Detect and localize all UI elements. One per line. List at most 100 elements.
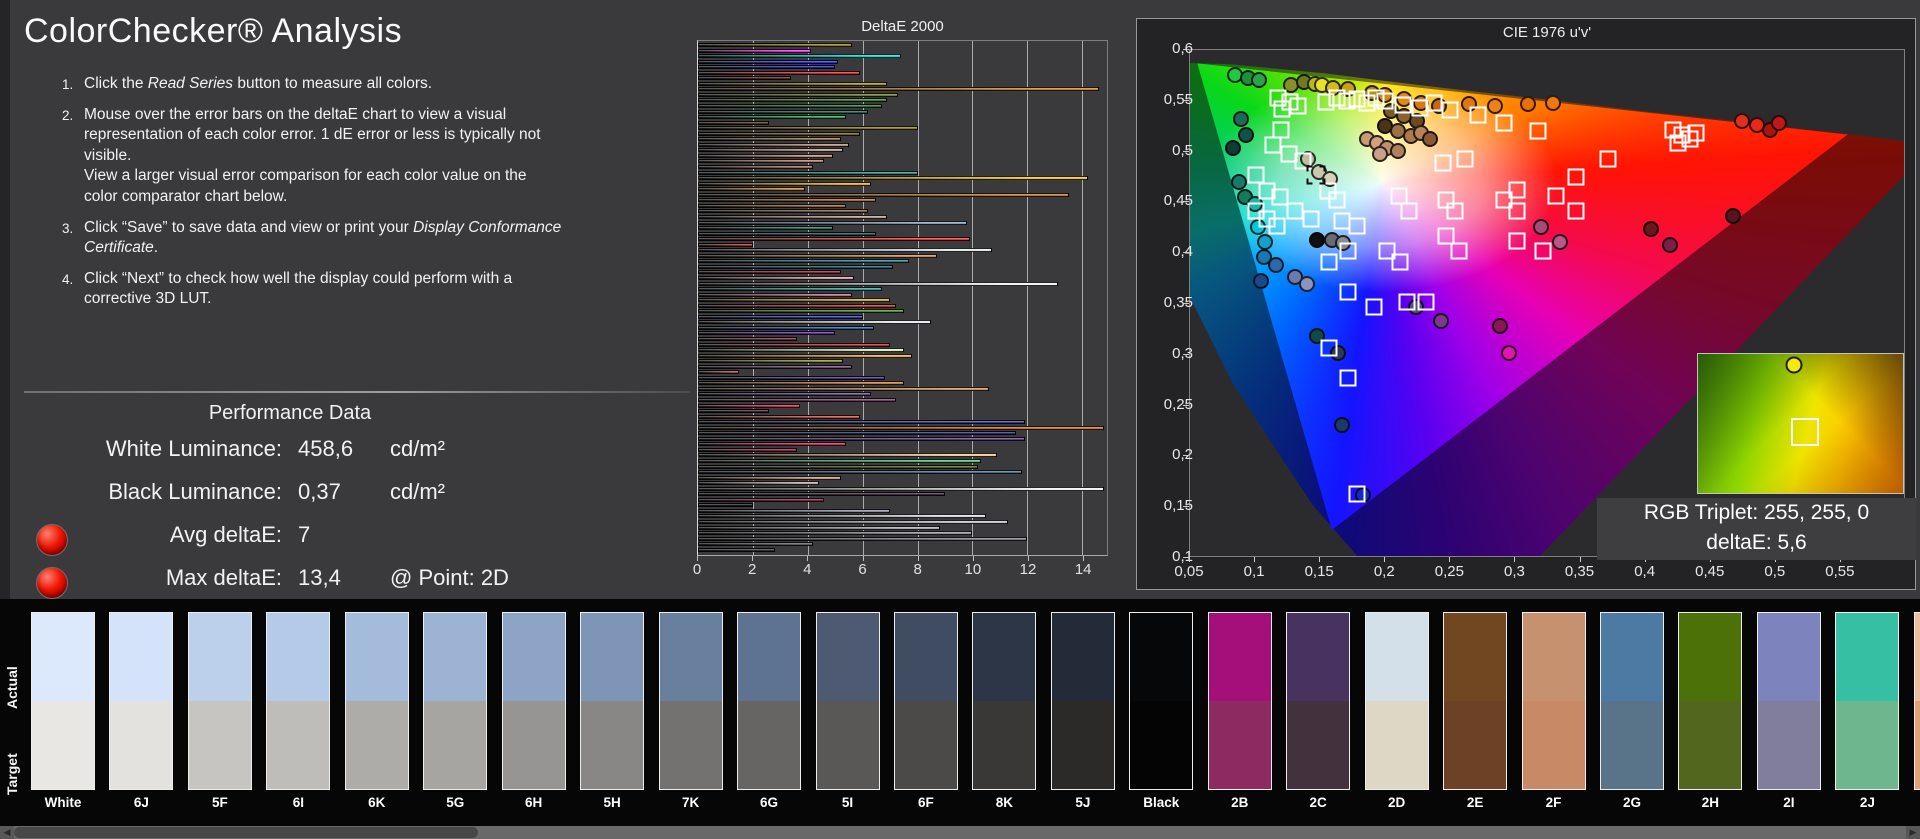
target-point[interactable]: [1349, 486, 1366, 503]
target-point[interactable]: [1548, 187, 1565, 204]
measured-point[interactable]: [1771, 115, 1787, 131]
measured-point[interactable]: [1662, 237, 1678, 253]
deltae-bar[interactable]: [698, 104, 882, 108]
deltae-bar[interactable]: [698, 159, 824, 163]
deltae-bar[interactable]: [698, 331, 835, 335]
deltae-bar[interactable]: [698, 442, 846, 446]
target-point[interactable]: [1426, 94, 1443, 111]
deltae-bar[interactable]: [698, 304, 896, 308]
target-point[interactable]: [1271, 188, 1288, 205]
deltae-bar[interactable]: [698, 243, 753, 247]
deltae-bar[interactable]: [698, 359, 843, 363]
target-point[interactable]: [1349, 218, 1366, 235]
color-swatch[interactable]: [1757, 612, 1821, 790]
deltae-bar[interactable]: [698, 343, 890, 347]
deltae-bar[interactable]: [698, 470, 1022, 474]
target-point[interactable]: [1265, 137, 1282, 154]
color-swatch[interactable]: [1443, 612, 1507, 790]
target-point[interactable]: [1496, 114, 1513, 131]
target-point[interactable]: [1287, 202, 1304, 219]
target-point[interactable]: [1435, 155, 1452, 172]
deltae-bar[interactable]: [698, 82, 887, 86]
deltae-bar[interactable]: [698, 465, 978, 469]
measured-point[interactable]: [1487, 98, 1503, 114]
scrollbar-thumb[interactable]: [14, 827, 478, 838]
color-swatch[interactable]: [345, 612, 409, 790]
deltae-bar[interactable]: [698, 254, 937, 258]
deltae-bar[interactable]: [698, 537, 1027, 541]
target-point[interactable]: [1320, 339, 1337, 356]
target-point[interactable]: [1401, 202, 1418, 219]
measured-point[interactable]: [1545, 95, 1561, 111]
deltae-bar[interactable]: [698, 248, 992, 252]
deltae-bar[interactable]: [698, 448, 797, 452]
color-swatch[interactable]: [894, 612, 958, 790]
color-swatch[interactable]: [1208, 612, 1272, 790]
color-swatch[interactable]: [737, 612, 801, 790]
target-point[interactable]: [1340, 283, 1357, 300]
color-swatch[interactable]: [1600, 612, 1664, 790]
target-point[interactable]: [1670, 135, 1687, 152]
deltae-bar[interactable]: [698, 187, 805, 191]
deltae-bar[interactable]: [698, 365, 852, 369]
target-point[interactable]: [1567, 168, 1584, 185]
color-swatch[interactable]: [1914, 612, 1920, 790]
measured-point[interactable]: [1299, 276, 1315, 292]
deltae-bar[interactable]: [698, 143, 849, 147]
target-point[interactable]: [1340, 369, 1357, 386]
deltae-bar[interactable]: [698, 404, 800, 408]
measured-point[interactable]: [1520, 96, 1536, 112]
measured-point[interactable]: [1334, 417, 1350, 433]
color-swatch[interactable]: [1678, 612, 1742, 790]
deltae-bar[interactable]: [698, 60, 838, 64]
measured-point[interactable]: [1233, 111, 1249, 127]
deltae-bar[interactable]: [698, 315, 863, 319]
deltae-bar[interactable]: [698, 76, 791, 80]
selected-point-marker[interactable]: [1306, 166, 1325, 185]
target-point[interactable]: [1366, 299, 1383, 316]
color-swatch[interactable]: [109, 612, 173, 790]
target-point[interactable]: [1328, 191, 1345, 208]
deltae-bar[interactable]: [698, 337, 797, 341]
target-point[interactable]: [1418, 293, 1435, 310]
measured-point[interactable]: [1725, 208, 1741, 224]
target-point[interactable]: [1441, 101, 1458, 118]
measured-point[interactable]: [1253, 273, 1269, 289]
deltae-bar[interactable]: [698, 171, 918, 175]
target-point[interactable]: [1394, 96, 1411, 113]
deltae-bar[interactable]: [698, 453, 997, 457]
deltae-bar[interactable]: [698, 43, 852, 47]
measured-point[interactable]: [1433, 313, 1449, 329]
deltae-bar[interactable]: [698, 531, 972, 535]
deltae-bar[interactable]: [698, 520, 1008, 524]
deltae-bar[interactable]: [698, 276, 854, 280]
measured-point[interactable]: [1268, 257, 1284, 273]
horizontal-scrollbar[interactable]: ◀ ▶: [0, 826, 1920, 839]
color-swatch[interactable]: [502, 612, 566, 790]
deltae-bar[interactable]: [698, 542, 813, 546]
target-point[interactable]: [1289, 97, 1306, 114]
deltae-bar[interactable]: [698, 198, 876, 202]
deltae-bar[interactable]: [698, 376, 885, 380]
deltae-bar[interactable]: [698, 320, 931, 324]
measured-point[interactable]: [1231, 174, 1247, 190]
deltae-chart[interactable]: [697, 40, 1108, 556]
deltae-bar[interactable]: [698, 221, 967, 225]
deltae-bar[interactable]: [698, 110, 868, 114]
deltae-bar[interactable]: [698, 49, 811, 53]
deltae-bar[interactable]: [698, 509, 890, 513]
deltae-bar[interactable]: [698, 282, 1058, 286]
deltae-bar[interactable]: [698, 182, 871, 186]
deltae-bar[interactable]: [698, 437, 1025, 441]
color-swatch[interactable]: [423, 612, 487, 790]
deltae-bar[interactable]: [698, 87, 1099, 91]
target-point[interactable]: [1688, 124, 1705, 141]
measured-point[interactable]: [1225, 140, 1241, 156]
color-swatch[interactable]: [188, 612, 252, 790]
target-point[interactable]: [1535, 243, 1552, 260]
target-point[interactable]: [1398, 293, 1415, 310]
deltae-bar[interactable]: [698, 415, 860, 419]
target-point[interactable]: [1457, 151, 1474, 168]
deltae-bar[interactable]: [698, 193, 1069, 197]
measured-point[interactable]: [1372, 146, 1388, 162]
